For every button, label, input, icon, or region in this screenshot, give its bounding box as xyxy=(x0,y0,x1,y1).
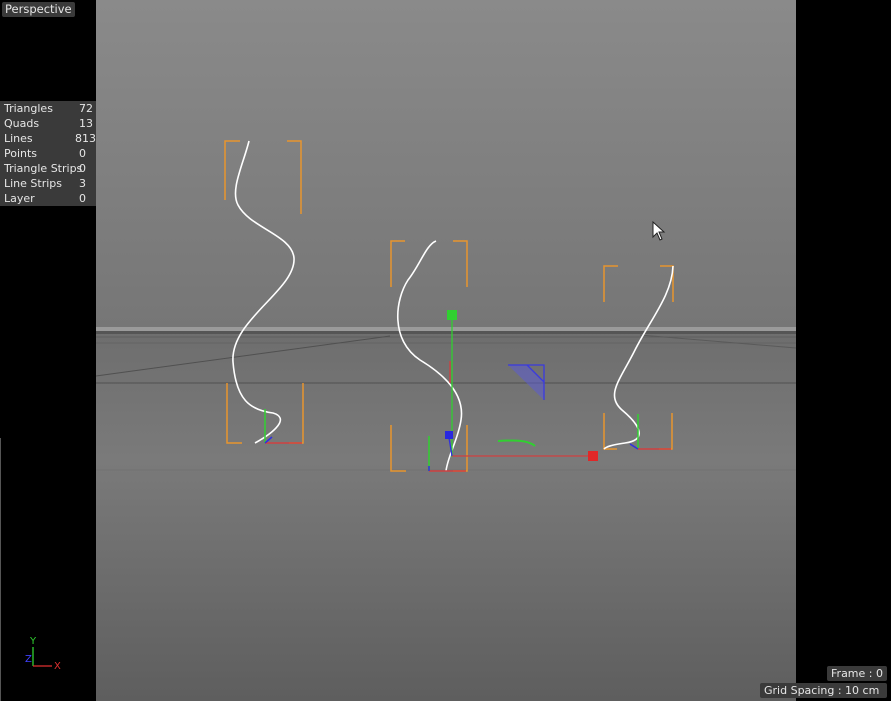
floor-grid xyxy=(95,327,797,471)
stat-name: Triangle Strips xyxy=(4,162,83,175)
gizmo-y-handle[interactable] xyxy=(447,310,457,320)
stat-row-quads: Quads 13 xyxy=(0,116,96,131)
gizmo-z-handle[interactable] xyxy=(445,431,453,439)
stat-name: Lines xyxy=(4,132,33,145)
stat-name: Triangles xyxy=(4,102,53,115)
frame-counter: Frame : 0 xyxy=(827,666,887,681)
stat-value: 0 xyxy=(79,162,86,175)
grid-spacing-label: Grid Spacing : 10 cm xyxy=(760,683,887,698)
world-axis-indicator: Y Z X xyxy=(22,635,72,675)
axis-x-label: X xyxy=(54,661,61,672)
spline-1-axis-z xyxy=(264,436,273,444)
scene-stats-panel: Triangles 72 Quads 13 Lines 813 Points 0 Tri… xyxy=(0,101,96,206)
spline-object-3[interactable] xyxy=(603,265,674,450)
stat-value: 0 xyxy=(79,192,86,205)
viewport-scene[interactable] xyxy=(0,0,891,701)
gizmo-x-handle[interactable] xyxy=(588,451,598,461)
stat-row-lines: Lines 813 xyxy=(0,131,96,146)
stat-row-triangles: Triangles 72 xyxy=(0,101,96,116)
spline-1-curve[interactable] xyxy=(232,140,295,444)
stat-name: Points xyxy=(4,147,38,160)
stat-value: 0 xyxy=(79,147,86,160)
viewport-name-label[interactable]: Perspective xyxy=(2,2,75,17)
stat-value: 3 xyxy=(79,177,86,190)
stat-row-points: Points 0 xyxy=(0,146,96,161)
mouse-cursor-icon xyxy=(652,221,666,241)
stat-value: 13 xyxy=(79,117,93,130)
stat-row-line-strips: Line Strips 3 xyxy=(0,176,96,191)
spline-object-2[interactable] xyxy=(390,240,468,472)
spline-object-1[interactable] xyxy=(224,140,304,444)
stat-name: Quads xyxy=(4,117,40,130)
axis-y-label: Y xyxy=(30,636,37,647)
stat-value: 813 xyxy=(75,132,96,145)
spline-3-axis-z xyxy=(629,443,639,450)
stat-name: Line Strips xyxy=(4,177,63,190)
stat-value: 72 xyxy=(79,102,93,115)
axis-z-label: Z xyxy=(25,654,32,665)
stat-row-layer: Layer 0 xyxy=(0,191,96,206)
gizmo-xz-plane-handle[interactable] xyxy=(497,439,536,447)
stat-name: Layer xyxy=(4,192,35,205)
stat-row-triangle-strips: Triangle Strips 0 xyxy=(0,161,96,176)
